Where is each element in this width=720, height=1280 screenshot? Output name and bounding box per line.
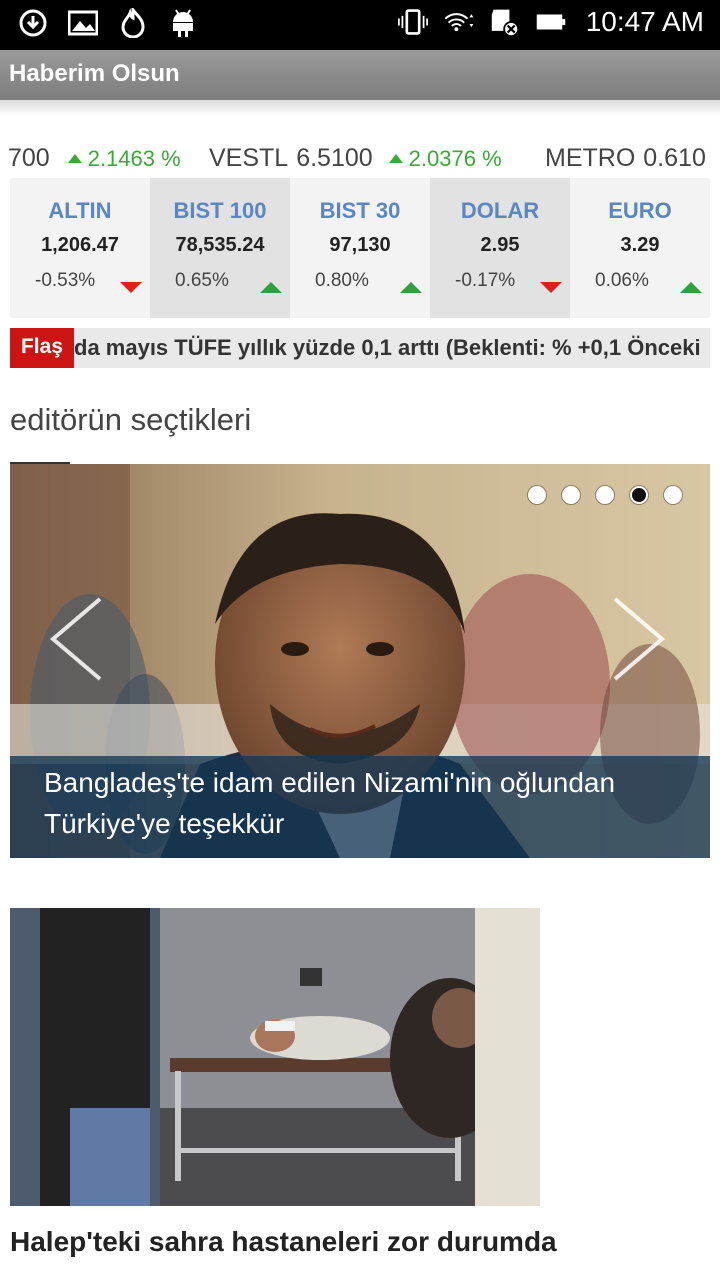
slider-dot[interactable] [528, 486, 546, 504]
down-arrow-icon [120, 282, 142, 293]
slider-dot[interactable] [664, 486, 682, 504]
story-image[interactable] [10, 908, 540, 1206]
slider-dot[interactable] [596, 486, 614, 504]
status-bar: 10:47 AM [0, 0, 720, 50]
up-arrow-icon [260, 282, 282, 293]
slider-dot-active[interactable] [630, 486, 648, 504]
app-bar-shadow [0, 100, 720, 116]
market-value: 2.95 [480, 234, 520, 256]
ticker-price: 6.5100 [296, 144, 373, 172]
ticker-price: 700 [8, 144, 50, 172]
app-bar: Haberim Olsun [0, 50, 720, 100]
market-summary: ALTIN 1,206.47 -0.53% BIST 100 78,535.24… [10, 178, 710, 318]
ticker-price: 0.610 [643, 144, 706, 172]
image-icon [68, 8, 98, 38]
wifi-icon [444, 7, 474, 37]
story-title[interactable]: Halep'teki sahra hastaneleri zor durumda [10, 1226, 557, 1258]
market-change: 0.65% [175, 270, 229, 291]
sd-card-icon [490, 7, 520, 37]
next-arrow-icon[interactable] [610, 594, 670, 684]
section-title: editörün seçtikleri [10, 402, 252, 437]
slider-caption[interactable]: Bangladeş'te idam edilen Nizami'nin oğlu… [10, 756, 710, 858]
market-cell-bist30[interactable]: BIST 30 97,130 0.80% [290, 178, 430, 318]
story-photo[interactable] [10, 908, 540, 1206]
up-arrow-icon [680, 282, 702, 293]
prev-arrow-icon[interactable] [45, 594, 105, 684]
slider-dot[interactable] [562, 486, 580, 504]
flame-icon [118, 8, 148, 38]
market-name: EURO [608, 198, 672, 223]
ticker-item[interactable]: 700 2.1463 % [8, 144, 181, 173]
up-arrow-icon [67, 154, 82, 163]
market-cell-euro[interactable]: EURO 3.29 0.06% [570, 178, 710, 318]
market-name: DOLAR [460, 198, 540, 223]
flash-news-text[interactable]: da mayıs TÜFE yıllık yüzde 0,1 arttı (Be… [74, 335, 701, 361]
ticker-name: VESTL [209, 144, 289, 172]
market-value: 78,535.24 [175, 234, 265, 256]
market-change: 0.06% [595, 270, 649, 291]
market-change: 0.80% [315, 270, 369, 291]
market-change: -0.17% [455, 270, 516, 291]
featured-slider[interactable]: Bangladeş'te idam edilen Nizami'nin oğlu… [10, 464, 710, 858]
stock-ticker[interactable]: 700 2.1463 % VESTL 6.5100 2.0376 % METRO… [0, 138, 720, 178]
clock: 10:47 AM [585, 6, 704, 37]
market-name: ALTIN [48, 198, 112, 223]
ticker-name: METRO [545, 144, 636, 172]
up-arrow-icon [400, 282, 422, 293]
battery-icon [536, 7, 566, 37]
ticker-item[interactable]: METRO 0.610 [545, 144, 706, 173]
market-cell-bist100[interactable]: BIST 100 78,535.24 0.65% [150, 178, 290, 318]
down-arrow-icon [540, 282, 562, 293]
ticker-change: 2.1463 % [67, 146, 181, 172]
app-title: Haberim Olsun [9, 60, 180, 87]
market-name: BIST 100 [173, 198, 267, 223]
market-cell-dolar[interactable]: DOLAR 2.95 -0.17% [430, 178, 570, 318]
vibrate-icon [397, 7, 428, 37]
market-cell-altin[interactable]: ALTIN 1,206.47 -0.53% [10, 178, 150, 318]
market-value: 1,206.47 [41, 234, 119, 256]
download-icon [18, 8, 48, 38]
android-icon [168, 8, 198, 38]
market-value: 3.29 [620, 234, 660, 256]
flash-news-bar[interactable]: da mayıs TÜFE yıllık yüzde 0,1 arttı (Be… [10, 328, 710, 368]
market-value: 97,130 [329, 234, 391, 256]
ticker-change: 2.0376 % [388, 146, 502, 172]
ticker-item[interactable]: VESTL 6.5100 2.0376 % [209, 144, 502, 173]
up-arrow-icon [388, 154, 403, 163]
market-name: BIST 30 [319, 198, 401, 223]
flash-badge: Flaş [10, 328, 74, 368]
market-change: -0.53% [35, 270, 96, 291]
slider-caption-text[interactable]: Bangladeş'te idam edilen Nizami'nin oğlu… [44, 762, 664, 844]
slider-dots [528, 486, 682, 504]
